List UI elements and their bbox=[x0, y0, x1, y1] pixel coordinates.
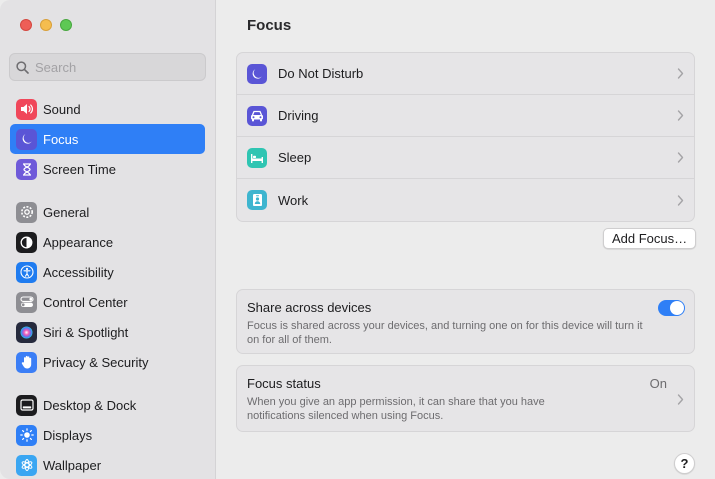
sidebar-item-focus[interactable]: Focus bbox=[10, 124, 205, 154]
focus-row-work[interactable]: Work bbox=[237, 179, 694, 221]
accessibility-icon bbox=[16, 261, 37, 283]
chevron-right-icon bbox=[677, 152, 684, 163]
search-icon bbox=[16, 60, 29, 74]
sidebar-item-label: Screen Time bbox=[43, 161, 116, 177]
sidebar-item-label: Sound bbox=[43, 101, 81, 117]
main-content: Focus Do Not Disturb Driving Sleep Work … bbox=[216, 0, 715, 479]
share-across-devices-toggle[interactable] bbox=[658, 300, 685, 316]
chevron-right-icon bbox=[677, 110, 684, 121]
sidebar-item-label: Privacy & Security bbox=[43, 354, 149, 370]
sidebar-item-desktop-dock[interactable]: Desktop & Dock bbox=[10, 390, 205, 420]
minimize-button[interactable] bbox=[40, 19, 52, 31]
focus-row-do-not-disturb[interactable]: Do Not Disturb bbox=[237, 53, 694, 95]
traffic-lights bbox=[20, 19, 72, 31]
hourglass-icon bbox=[16, 158, 37, 180]
moon-icon bbox=[16, 128, 37, 150]
sidebar-group: Desktop & Dock Displays Wallpaper bbox=[10, 390, 205, 479]
chevron-right-icon bbox=[677, 68, 684, 79]
sidebar-item-privacy-security[interactable]: Privacy & Security bbox=[10, 347, 205, 377]
sidebar-item-label: Appearance bbox=[43, 234, 114, 250]
car-icon bbox=[247, 105, 267, 126]
focus-modes-list: Do Not Disturb Driving Sleep Work bbox=[236, 52, 695, 222]
sidebar-item-appearance[interactable]: Appearance bbox=[10, 227, 205, 257]
sidebar-item-wallpaper[interactable]: Wallpaper bbox=[10, 450, 205, 479]
control-center-icon bbox=[16, 291, 37, 313]
chevron-right-icon bbox=[677, 194, 684, 206]
gear-icon bbox=[16, 201, 37, 223]
sidebar-item-siri-spotlight[interactable]: Siri & Spotlight bbox=[10, 317, 205, 347]
bed-icon bbox=[247, 147, 267, 168]
wallpaper-icon bbox=[16, 454, 37, 476]
system-settings-window: Search Sound Focus Screen Time General A… bbox=[0, 0, 715, 479]
moon-icon bbox=[247, 63, 267, 84]
focus-row-label: Sleep bbox=[278, 150, 312, 165]
sidebar-item-general[interactable]: General bbox=[10, 197, 205, 227]
page-title: Focus bbox=[247, 17, 292, 34]
share-across-devices-title: Share across devices bbox=[247, 300, 372, 315]
sidebar-item-label: Desktop & Dock bbox=[43, 397, 137, 413]
close-button[interactable] bbox=[20, 19, 32, 31]
focus-row-sleep[interactable]: Sleep bbox=[237, 137, 694, 179]
sidebar-item-accessibility[interactable]: Accessibility bbox=[10, 257, 205, 287]
dock-icon bbox=[16, 394, 37, 416]
sidebar-group: Sound Focus Screen Time bbox=[10, 94, 205, 184]
sidebar-nav: Sound Focus Screen Time General Appearan… bbox=[10, 94, 205, 479]
siri-icon bbox=[16, 321, 37, 343]
sun-icon bbox=[16, 424, 37, 446]
hand-icon bbox=[16, 351, 37, 373]
badge-icon bbox=[247, 190, 267, 210]
chevron-right-icon bbox=[677, 394, 684, 405]
sidebar-item-control-center[interactable]: Control Center bbox=[10, 287, 205, 317]
sidebar-item-displays[interactable]: Displays bbox=[10, 420, 205, 450]
focus-status-value: On bbox=[649, 376, 667, 391]
search-placeholder: Search bbox=[35, 59, 77, 75]
add-focus-button[interactable]: Add Focus… bbox=[603, 228, 697, 249]
sidebar-item-label: Focus bbox=[43, 131, 79, 147]
focus-row-label: Driving bbox=[278, 108, 319, 123]
sidebar-item-label: General bbox=[43, 204, 90, 220]
sidebar: Search Sound Focus Screen Time General A… bbox=[0, 0, 216, 479]
sidebar-item-label: Siri & Spotlight bbox=[43, 324, 129, 340]
focus-row-driving[interactable]: Driving bbox=[237, 95, 694, 137]
sidebar-item-label: Displays bbox=[43, 427, 93, 443]
sidebar-group: General Appearance Accessibility Control… bbox=[10, 197, 205, 377]
search-field[interactable]: Search bbox=[9, 53, 206, 81]
share-across-devices-card: Share across devices Focus is shared acr… bbox=[236, 289, 695, 354]
focus-row-label: Work bbox=[278, 192, 309, 208]
focus-status-description: When you give an app permission, it can … bbox=[247, 396, 545, 422]
sidebar-item-sound[interactable]: Sound bbox=[10, 94, 205, 124]
focus-status-card[interactable]: Focus status When you give an app permis… bbox=[236, 365, 695, 432]
sidebar-item-label: Accessibility bbox=[43, 264, 114, 280]
sidebar-item-screen-time[interactable]: Screen Time bbox=[10, 154, 205, 184]
speaker-icon bbox=[16, 98, 37, 120]
sidebar-item-label: Control Center bbox=[43, 294, 128, 310]
sidebar-item-label: Wallpaper bbox=[43, 457, 102, 473]
focus-status-title: Focus status bbox=[247, 376, 321, 391]
share-across-devices-description: Focus is shared across your devices, and… bbox=[247, 320, 643, 346]
appearance-icon bbox=[16, 231, 37, 253]
help-button[interactable]: ? bbox=[674, 453, 695, 474]
focus-row-label: Do Not Disturb bbox=[278, 66, 364, 81]
zoom-button[interactable] bbox=[60, 19, 72, 31]
